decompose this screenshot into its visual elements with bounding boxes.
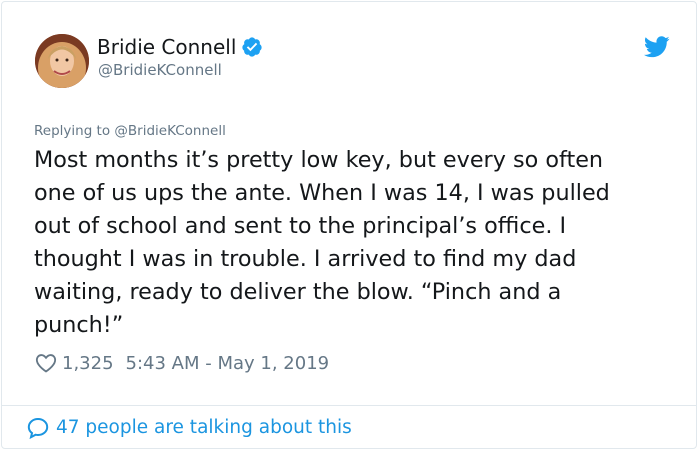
conversation-text: 47 people are talking about this [56, 417, 352, 438]
divider [2, 405, 696, 406]
verified-badge-icon [241, 36, 263, 58]
heart-outline-icon[interactable] [35, 352, 57, 374]
author-name-row: Bridie Connell [97, 35, 263, 59]
replying-to-mention[interactable]: @BridieKConnell [114, 123, 225, 139]
twitter-bird-icon[interactable] [643, 36, 670, 58]
avatar[interactable] [35, 34, 89, 88]
speech-bubble-icon [26, 416, 50, 440]
tweet-meta: 1,325 5:43 AM - May 1, 2019 [35, 352, 329, 374]
conversation-link[interactable]: 47 people are talking about this [26, 416, 352, 440]
tweet-card: Bridie Connell @BridieKConnell Replying … [1, 1, 697, 449]
tweet-text: Most months it’s pretty low key, but eve… [34, 147, 610, 338]
replying-to-label: Replying to [34, 123, 115, 139]
replying-to: Replying to @BridieKConnell [34, 122, 226, 140]
tweet-timestamp[interactable]: 5:43 AM - May 1, 2019 [126, 353, 330, 374]
like-count[interactable]: 1,325 [62, 353, 114, 374]
author-handle[interactable]: @BridieKConnell [98, 60, 222, 80]
avatar-image [35, 34, 89, 88]
author-name[interactable]: Bridie Connell [97, 35, 236, 59]
